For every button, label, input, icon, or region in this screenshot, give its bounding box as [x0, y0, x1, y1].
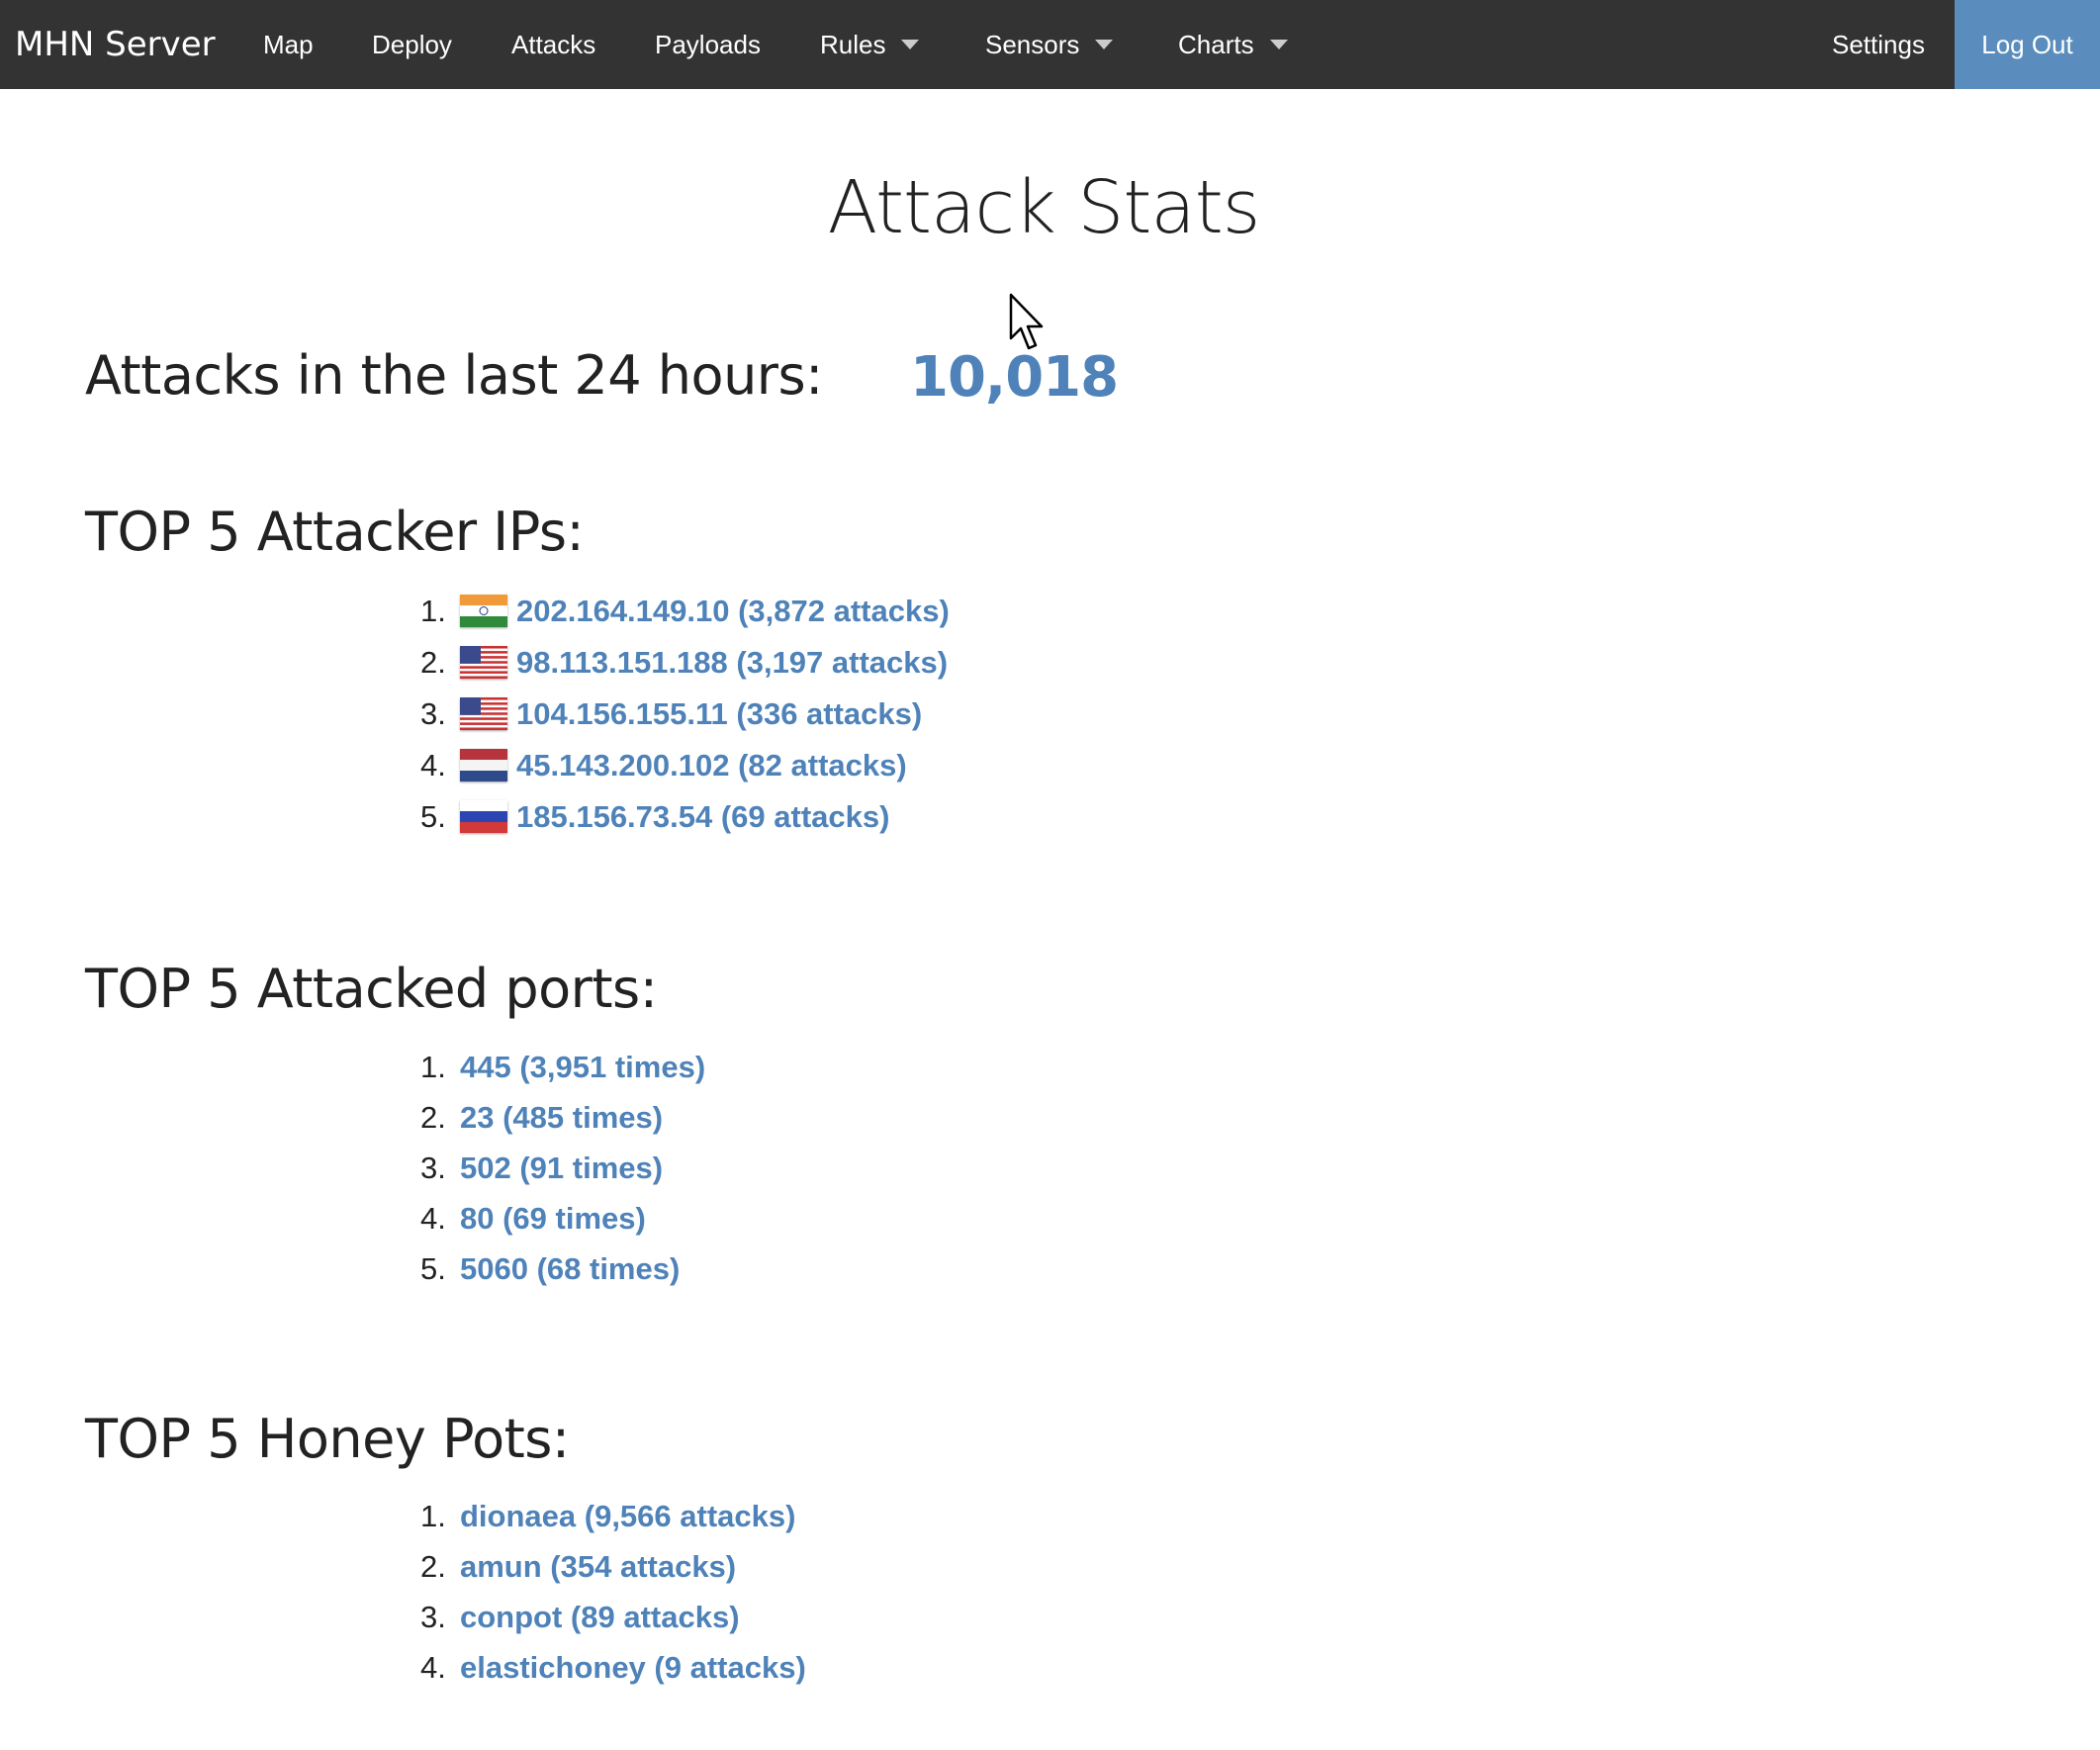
port-link[interactable]: 502 (91 times) — [460, 1151, 663, 1185]
list-number: 4. — [420, 1201, 446, 1236]
attacker-ip-link[interactable]: 45.143.200.102 (82 attacks) — [516, 748, 907, 783]
top-ports-list: 1. 445 (3,951 times) 2. 23 (485 times) 3. 5… — [420, 1042, 705, 1294]
list-item: 2. amun (354 attacks) — [420, 1541, 806, 1592]
nav-map-label: Map — [263, 30, 314, 59]
nav-settings[interactable]: Settings — [1832, 0, 1925, 89]
attacker-ip-link[interactable]: 202.164.149.10 (3,872 attacks) — [516, 594, 950, 628]
list-item: 2. 98.113.151.188 (3,197 attacks) — [420, 637, 950, 689]
list-number: 1. — [420, 1499, 446, 1533]
top-navbar: MHN Server Map Deploy Attacks Payloads R… — [0, 0, 2100, 89]
nav-rules-dropdown[interactable]: Rules — [820, 0, 920, 89]
port-link[interactable]: 80 (69 times) — [460, 1201, 646, 1236]
list-number: 4. — [420, 748, 446, 783]
list-item: 2. 23 (485 times) — [420, 1092, 705, 1143]
list-item: 3. 502 (91 times) — [420, 1143, 705, 1193]
nav-rules-label: Rules — [820, 30, 886, 59]
port-link[interactable]: 5060 (68 times) — [460, 1251, 680, 1286]
attacker-ip-link[interactable]: 98.113.151.188 (3,197 attacks) — [516, 645, 948, 680]
list-item: 5. 185.156.73.54 (69 attacks) — [420, 791, 950, 843]
list-number: 2. — [420, 1100, 446, 1135]
top-ips-heading: TOP 5 Attacker IPs: — [85, 501, 585, 563]
list-item: 4. elastichoney (9 attacks) — [420, 1642, 806, 1693]
nav-payloads-label: Payloads — [655, 30, 761, 59]
list-number: 2. — [420, 645, 446, 680]
list-item: 4. 45.143.200.102 (82 attacks) — [420, 740, 950, 791]
chevron-down-icon — [1095, 40, 1114, 50]
attacks-24h-count: 10,018 — [910, 345, 1119, 410]
mouse-pointer-icon — [1009, 293, 1044, 350]
list-item: 3. 104.156.155.11 (336 attacks) — [420, 689, 950, 740]
page-title: Attack Stats — [827, 165, 1261, 250]
honeypot-link[interactable]: amun (354 attacks) — [460, 1549, 736, 1584]
honeypot-link[interactable]: elastichoney (9 attacks) — [460, 1650, 806, 1685]
top-ports-heading: TOP 5 Attacked ports: — [85, 958, 658, 1020]
attacker-ip-link[interactable]: 104.156.155.11 (336 attacks) — [516, 696, 922, 731]
nav-deploy-label: Deploy — [372, 30, 452, 59]
nav-sensors-dropdown[interactable]: Sensors — [985, 0, 1114, 89]
list-number: 3. — [420, 1151, 446, 1185]
list-number: 2. — [420, 1549, 446, 1584]
top-honeypots-list: 1. dionaea (9,566 attacks) 2. amun (354 at… — [420, 1491, 806, 1693]
nav-charts-dropdown[interactable]: Charts — [1178, 0, 1288, 89]
nav-settings-label: Settings — [1832, 30, 1925, 59]
list-number: 5. — [420, 799, 446, 834]
port-link[interactable]: 23 (485 times) — [460, 1100, 663, 1135]
honeypot-link[interactable]: dionaea (9,566 attacks) — [460, 1499, 795, 1533]
india-flag-icon — [460, 595, 507, 628]
honeypot-link[interactable]: conpot (89 attacks) — [460, 1600, 740, 1634]
list-item: 1. 445 (3,951 times) — [420, 1042, 705, 1092]
nav-deploy[interactable]: Deploy — [372, 0, 452, 89]
nav-attacks[interactable]: Attacks — [511, 0, 595, 89]
list-number: 5. — [420, 1251, 446, 1286]
nav-map[interactable]: Map — [263, 0, 314, 89]
usa-flag-icon — [460, 697, 507, 731]
list-item: 5. 5060 (68 times) — [420, 1243, 705, 1294]
port-link[interactable]: 445 (3,951 times) — [460, 1050, 705, 1084]
chevron-down-icon — [901, 40, 920, 50]
list-number: 4. — [420, 1650, 446, 1685]
nav-charts-label: Charts — [1178, 30, 1254, 59]
list-item: 1. dionaea (9,566 attacks) — [420, 1491, 806, 1541]
chevron-down-icon — [1269, 40, 1288, 50]
netherlands-flag-icon — [460, 749, 507, 783]
nav-attacks-label: Attacks — [511, 30, 596, 59]
top-ips-list: 1. 202.164.149.10 (3,872 attacks) 2. 98.11… — [420, 586, 950, 843]
list-item: 4. 80 (69 times) — [420, 1193, 705, 1243]
list-number: 1. — [420, 594, 446, 628]
logout-label: Log Out — [1981, 30, 2073, 59]
brand-link[interactable]: MHN Server — [15, 0, 216, 89]
list-item: 3. conpot (89 attacks) — [420, 1592, 806, 1642]
top-honeypots-heading: TOP 5 Honey Pots: — [85, 1408, 570, 1470]
list-number: 3. — [420, 696, 446, 731]
nav-payloads[interactable]: Payloads — [655, 0, 761, 89]
attacks-24h-label: Attacks in the last 24 hours: — [85, 344, 823, 407]
list-number: 3. — [420, 1600, 446, 1634]
list-item: 1. 202.164.149.10 (3,872 attacks) — [420, 586, 950, 637]
nav-sensors-label: Sensors — [985, 30, 1080, 59]
list-number: 1. — [420, 1050, 446, 1084]
usa-flag-icon — [460, 646, 507, 680]
russia-flag-icon — [460, 800, 507, 834]
attacker-ip-link[interactable]: 185.156.73.54 (69 attacks) — [516, 799, 889, 834]
logout-button[interactable]: Log Out — [1955, 0, 2100, 89]
